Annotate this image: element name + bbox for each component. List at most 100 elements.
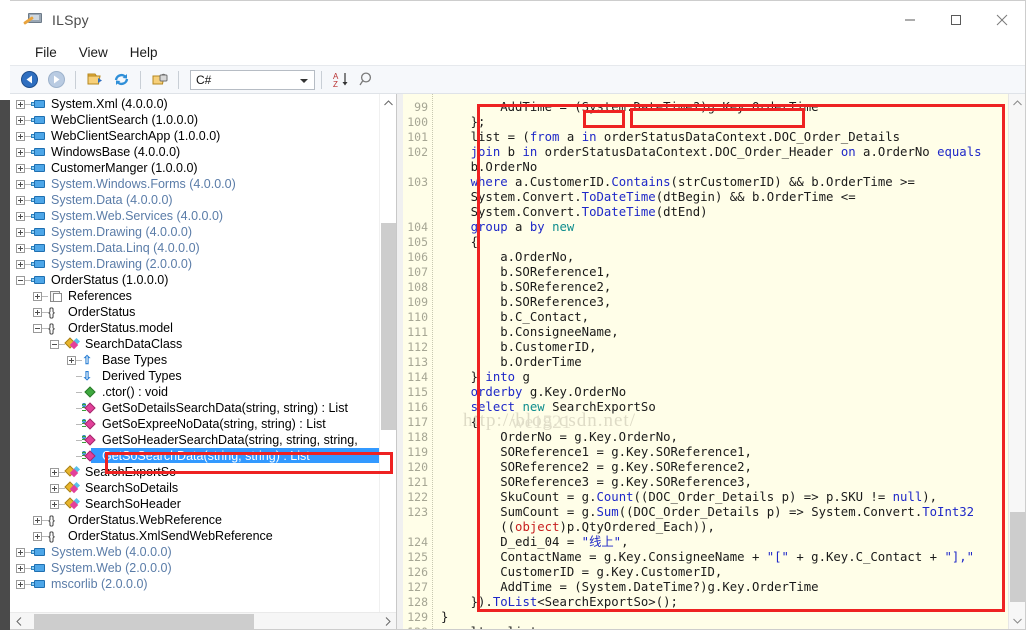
tree-item-label: OrderStatus (1.0.0.0)	[47, 272, 168, 288]
app-root: ILSpy File View Help	[0, 0, 1026, 630]
tree-item[interactable]: CustomerManger (1.0.0.0)	[10, 160, 396, 176]
expander-icon[interactable]	[50, 484, 59, 493]
expander-icon[interactable]	[16, 116, 25, 125]
forward-icon[interactable]	[44, 68, 69, 92]
collapse-icon[interactable]	[16, 276, 25, 285]
code-scroll-up-icon[interactable]	[1009, 94, 1025, 111]
minimize-button[interactable]	[887, 1, 933, 39]
search-icon[interactable]	[355, 68, 380, 92]
tree-item[interactable]: WindowsBase (4.0.0.0)	[10, 144, 396, 160]
line-number: 113	[407, 355, 428, 370]
expander-icon[interactable]	[16, 148, 25, 157]
expander-icon[interactable]	[16, 580, 25, 589]
line-number: 109	[407, 295, 428, 310]
expander-icon[interactable]	[16, 100, 25, 109]
tree-item[interactable]: SearchDataClass	[10, 336, 396, 352]
code-line: list = (from a in orderStatusDataContext…	[441, 130, 900, 145]
expander-icon[interactable]	[16, 212, 25, 221]
scroll-left-icon[interactable]	[10, 613, 27, 630]
tree-item[interactable]: System.Data (4.0.0.0)	[10, 192, 396, 208]
expander-icon[interactable]	[50, 468, 59, 477]
collapse-icon[interactable]	[33, 324, 42, 333]
tree-item-label: GetSoHeaderSearchData(string, string, st…	[98, 432, 358, 448]
tree-item[interactable]: {}OrderStatus.model	[10, 320, 396, 336]
code-text[interactable]: AddTime = (System.DateTime?)g.Key.OrderT…	[433, 94, 1025, 629]
expander-icon[interactable]	[16, 164, 25, 173]
expander-icon[interactable]	[50, 500, 59, 509]
tree-item-label: WindowsBase (4.0.0.0)	[47, 144, 180, 160]
toolbar: C# A Z	[10, 65, 1025, 94]
tree-item[interactable]: System.Xml (4.0.0.0)	[10, 96, 396, 112]
expander-icon[interactable]	[67, 356, 76, 365]
sort-az-icon[interactable]: A Z	[328, 68, 353, 92]
expander-icon[interactable]	[33, 308, 42, 317]
tree-item[interactable]: System.Drawing (2.0.0.0)	[10, 256, 396, 272]
assembly-tree[interactable]: System.Xml (4.0.0.0)WebClientSearch (1.0…	[10, 94, 396, 612]
tree-item[interactable]: System.Web (2.0.0.0)	[10, 560, 396, 576]
open-icon[interactable]	[82, 68, 107, 92]
tree-item[interactable]: References	[10, 288, 396, 304]
tree-item[interactable]: SearchSoDetails	[10, 480, 396, 496]
expander-icon[interactable]	[33, 532, 42, 541]
expander-icon[interactable]	[16, 244, 25, 253]
line-number: 122	[407, 490, 428, 505]
code-line: join b in orderStatusDataContext.DOC_Ord…	[441, 145, 982, 160]
maximize-button[interactable]	[933, 1, 979, 39]
menu-item-file[interactable]: File	[24, 43, 68, 62]
back-icon[interactable]	[17, 68, 42, 92]
code-line: ContactName = g.Key.ConsigneeName + "[" …	[441, 550, 974, 565]
save-icon[interactable]	[147, 68, 172, 92]
tree-item-label: System.Data.Linq (4.0.0.0)	[47, 240, 200, 256]
tree-item[interactable]: OrderStatus (1.0.0.0)	[10, 272, 396, 288]
code-vertical-scrollbar[interactable]	[1008, 94, 1025, 629]
tree-item[interactable]: {}OrderStatus.XmlSendWebReference	[10, 528, 396, 544]
tree-vertical-scrollbar[interactable]	[379, 94, 396, 629]
line-number: 120	[407, 460, 428, 475]
tree-item[interactable]: ⇧Base Types	[10, 352, 396, 368]
refresh-icon[interactable]	[109, 68, 134, 92]
tree-item[interactable]: System.Data.Linq (4.0.0.0)	[10, 240, 396, 256]
menu-item-help[interactable]: Help	[119, 43, 169, 62]
tree-item[interactable]: System.Web.Services (4.0.0.0)	[10, 208, 396, 224]
close-button[interactable]	[979, 1, 1025, 39]
code-line: a.OrderNo,	[441, 250, 574, 265]
tree-item[interactable]: SearchExportSo	[10, 464, 396, 480]
expander-icon[interactable]	[16, 132, 25, 141]
expander-icon[interactable]	[16, 564, 25, 573]
line-number: 121	[407, 475, 428, 490]
tree-item[interactable]: .ctor() : void	[10, 384, 396, 400]
code-line: SOReference3 = g.Key.SOReference3,	[441, 475, 752, 490]
expander-icon[interactable]	[16, 196, 25, 205]
tree-item[interactable]: GetSoSearchData(string, string) : List	[10, 448, 396, 464]
expander-icon[interactable]	[16, 228, 25, 237]
tree-item[interactable]: GetSoExpreeNoData(string, string) : List	[10, 416, 396, 432]
tree-item[interactable]: ⇩Derived Types	[10, 368, 396, 384]
code-scroll-down-icon[interactable]	[1009, 612, 1025, 629]
menu-bar: File View Help	[10, 39, 1025, 65]
tree-item[interactable]: mscorlib (2.0.0.0)	[10, 576, 396, 592]
tree-item[interactable]: System.Windows.Forms (4.0.0.0)	[10, 176, 396, 192]
expander-icon[interactable]	[16, 180, 25, 189]
tree-item[interactable]: GetSoHeaderSearchData(string, string, st…	[10, 432, 396, 448]
scroll-right-icon[interactable]	[379, 613, 396, 630]
tree-item[interactable]: WebClientSearch (1.0.0.0)	[10, 112, 396, 128]
language-select[interactable]: C#	[190, 70, 315, 90]
tree-item[interactable]: {}OrderStatus.WebReference	[10, 512, 396, 528]
expander-icon[interactable]	[33, 516, 42, 525]
tree-hscroll-thumb[interactable]	[34, 614, 254, 629]
tree-item[interactable]: GetSoDetailsSearchData(string, string) :…	[10, 400, 396, 416]
tree-item[interactable]: System.Drawing (4.0.0.0)	[10, 224, 396, 240]
tree-scroll-thumb[interactable]	[381, 223, 396, 430]
menu-item-view[interactable]: View	[68, 43, 119, 62]
tree-horizontal-scrollbar[interactable]	[10, 612, 396, 629]
tree-item[interactable]: SearchSoHeader	[10, 496, 396, 512]
code-scroll-thumb[interactable]	[1010, 512, 1025, 602]
scroll-up-icon[interactable]	[380, 94, 397, 111]
tree-item[interactable]: {}OrderStatus	[10, 304, 396, 320]
tree-item[interactable]: WebClientSearchApp (1.0.0.0)	[10, 128, 396, 144]
tree-item[interactable]: System.Web (4.0.0.0)	[10, 544, 396, 560]
expander-icon[interactable]	[16, 548, 25, 557]
collapse-icon[interactable]	[50, 340, 59, 349]
expander-icon[interactable]	[16, 260, 25, 269]
expander-icon[interactable]	[33, 292, 42, 301]
